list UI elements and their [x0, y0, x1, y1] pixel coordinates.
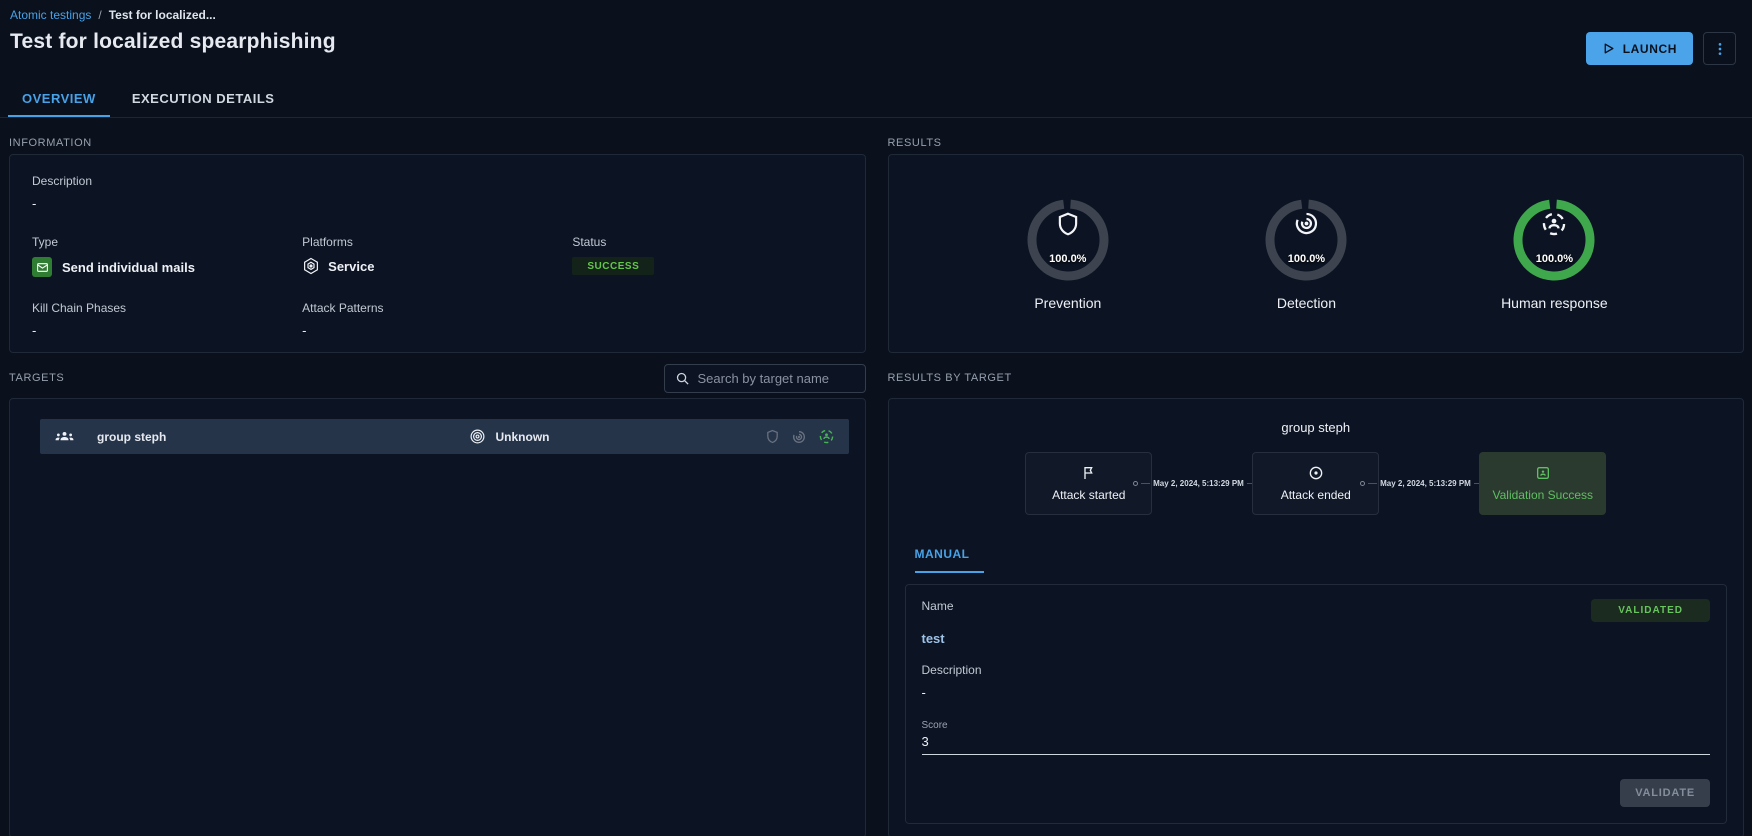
prevention-gauge: 100.0% Prevention [1024, 196, 1112, 311]
validation-success-label: Validation Success [1493, 488, 1594, 502]
tab-manual[interactable]: MANUAL [915, 547, 984, 573]
prevention-score: 100.0% [1024, 253, 1112, 265]
validation-success-icon [1535, 465, 1551, 481]
kebab-icon [1712, 41, 1728, 57]
results-by-target-section-title: RESULTS BY TARGET [888, 372, 1012, 384]
status-badge: SUCCESS [572, 257, 654, 275]
search-icon [675, 371, 690, 386]
launch-button[interactable]: LAUNCH [1586, 32, 1693, 65]
right-column: RESULTS 100.0% Prevention [888, 132, 1745, 836]
score-input[interactable] [922, 731, 1711, 755]
type-value: Send individual mails [62, 260, 195, 275]
prevention-mini-shield-icon [765, 428, 780, 445]
kill-chain-label: Kill Chain Phases [32, 301, 302, 315]
expectation-card: Name VALIDATED test Description - Score … [905, 584, 1728, 824]
prevention-label: Prevention [1034, 295, 1101, 311]
attack-ended-date: May 2, 2024, 5:13:29 PM [1380, 479, 1471, 488]
validated-badge: VALIDATED [1591, 599, 1710, 622]
expectation-description-value: - [922, 685, 1711, 700]
attack-ended-label: Attack ended [1281, 488, 1351, 502]
breadcrumb-current: Test for localized... [109, 8, 216, 22]
attack-patterns-label: Attack Patterns [302, 301, 572, 315]
platforms-value: Service [328, 259, 374, 274]
flag-icon [1081, 465, 1097, 481]
radar-icon [1262, 210, 1350, 237]
expectation-description-label: Description [922, 663, 1711, 677]
timeline-connector: May 2, 2024, 5:13:29 PM ▸ [1152, 479, 1252, 488]
email-icon [32, 257, 52, 277]
results-by-target-panel: group steph Attack started May 2, 2024, … [888, 398, 1745, 836]
description-value: - [32, 196, 843, 211]
top-bar: Atomic testings / Test for localized... … [0, 0, 1752, 65]
results-section-title: RESULTS [888, 137, 942, 149]
human-response-score: 100.0% [1510, 253, 1598, 265]
detection-mini-radar-icon [791, 429, 807, 445]
human-response-label: Human response [1501, 295, 1608, 311]
expectation-name-value: test [922, 631, 1711, 646]
status-label: Status [572, 235, 842, 249]
human-response-gauge: 100.0% Human response [1501, 196, 1608, 311]
attack-started-date: May 2, 2024, 5:13:29 PM [1153, 479, 1244, 488]
human-response-icon [1510, 210, 1598, 238]
kebab-menu-button[interactable] [1703, 32, 1736, 65]
tab-bar: OVERVIEW EXECUTION DETAILS [0, 81, 1752, 118]
attack-timeline: Attack started May 2, 2024, 5:13:29 PM ▸… [889, 452, 1744, 515]
expectation-name-label: Name [922, 599, 954, 613]
groups-icon [54, 426, 75, 447]
target-name: group steph [97, 430, 166, 444]
score-label: Score [922, 720, 1711, 731]
breadcrumb-separator: / [98, 8, 101, 22]
shield-icon [1024, 210, 1112, 238]
timeline-connector: May 2, 2024, 5:13:29 PM ▸ [1379, 479, 1479, 488]
information-section-title: INFORMATION [9, 137, 92, 149]
description-label: Description [32, 174, 843, 188]
attack-patterns-value: - [302, 323, 572, 338]
page-title: Test for localized spearphishing [10, 30, 336, 54]
target-row[interactable]: group steph Unknown [40, 419, 849, 454]
human-response-mini-icon [818, 428, 835, 445]
kill-chain-value: - [32, 323, 302, 338]
tab-execution-details[interactable]: EXECUTION DETAILS [118, 81, 289, 117]
type-label: Type [32, 235, 302, 249]
detection-label: Detection [1277, 295, 1336, 311]
breadcrumb: Atomic testings / Test for localized... [10, 8, 1742, 22]
results-panel: 100.0% Prevention 100.0% Detection [888, 154, 1745, 353]
attack-started-label: Attack started [1052, 488, 1125, 502]
circle-dot-icon [1308, 465, 1324, 481]
launch-button-label: LAUNCH [1623, 42, 1677, 56]
targets-section-title: TARGETS [9, 372, 64, 384]
validate-button[interactable]: VALIDATE [1620, 779, 1710, 807]
results-target-name: group steph [889, 420, 1744, 435]
target-search[interactable] [664, 364, 866, 393]
validation-success-step: Validation Success [1479, 452, 1606, 515]
target-rings-icon [469, 428, 486, 445]
search-input[interactable] [698, 371, 855, 386]
targets-panel: group steph Unknown [9, 398, 866, 836]
breadcrumb-root-link[interactable]: Atomic testings [10, 8, 91, 22]
tab-overview[interactable]: OVERVIEW [8, 81, 110, 117]
information-panel: Description - Type Send individual mails… [9, 154, 866, 353]
play-icon [1602, 42, 1615, 55]
service-platform-icon [302, 257, 320, 275]
target-result-label: Unknown [496, 430, 550, 444]
detection-score: 100.0% [1262, 253, 1350, 265]
left-column: INFORMATION Description - Type Send indi… [9, 132, 866, 836]
platforms-label: Platforms [302, 235, 572, 249]
detection-gauge: 100.0% Detection [1262, 196, 1350, 311]
